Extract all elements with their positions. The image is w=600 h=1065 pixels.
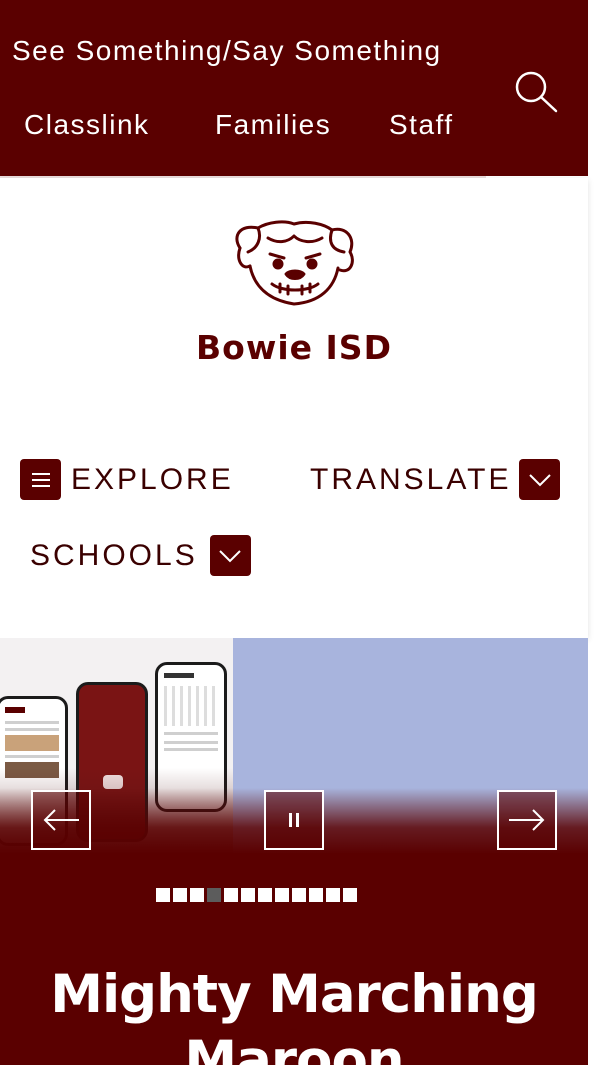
- slide-caption-panel: Mighty Marching Maroon: [0, 854, 588, 1065]
- previous-slide-button[interactable]: [31, 790, 91, 850]
- bulldog-logo-icon: [235, 220, 354, 306]
- chevron-down-icon: [209, 535, 251, 576]
- explore-menu-button[interactable]: EXPLORE: [20, 459, 234, 500]
- next-slide-button[interactable]: [497, 790, 557, 850]
- translate-dropdown[interactable]: TRANSLATE: [310, 459, 561, 500]
- pause-slideshow-button[interactable]: [264, 790, 324, 850]
- site-title[interactable]: Bowie ISD: [0, 328, 588, 367]
- explore-label: EXPLORE: [71, 462, 234, 496]
- search-icon: [515, 71, 558, 113]
- staff-link[interactable]: Staff: [389, 109, 454, 141]
- menu-icon: [20, 459, 61, 500]
- classlink-link[interactable]: Classlink: [24, 109, 150, 141]
- see-something-say-something-link[interactable]: See Something/Say Something: [12, 35, 442, 67]
- pause-icon: [289, 813, 299, 827]
- slide-headline: Mighty Marching Maroon: [0, 962, 588, 1065]
- slide-dot[interactable]: [309, 888, 323, 902]
- slide-dot[interactable]: [156, 888, 170, 902]
- hero-slider: [0, 638, 588, 854]
- slide-dot[interactable]: [275, 888, 289, 902]
- slide-dot[interactable]: [343, 888, 357, 902]
- arrow-left-icon: [43, 809, 79, 831]
- arrow-right-icon: [509, 809, 545, 831]
- schools-dropdown[interactable]: SCHOOLS: [30, 535, 251, 576]
- slide-dot[interactable]: [190, 888, 204, 902]
- slide-dot[interactable]: [207, 888, 221, 902]
- chevron-down-icon: [519, 459, 561, 500]
- top-utility-bar: See Something/Say Something Classlink Fa…: [0, 0, 588, 176]
- slide-dot[interactable]: [241, 888, 255, 902]
- slide-dot[interactable]: [173, 888, 187, 902]
- search-button[interactable]: [510, 68, 562, 116]
- families-link[interactable]: Families: [215, 109, 331, 141]
- slide-dot[interactable]: [224, 888, 238, 902]
- schools-label: SCHOOLS: [30, 538, 198, 572]
- slide-pagination: [156, 888, 357, 902]
- slide-dot[interactable]: [258, 888, 272, 902]
- slide-headline-line-1: Mighty Marching: [50, 964, 539, 1025]
- slide-headline-line-2: Maroon: [184, 1030, 404, 1065]
- slide-dot[interactable]: [326, 888, 340, 902]
- bulldog-mascot-logo[interactable]: [228, 218, 360, 310]
- translate-label: TRANSLATE: [310, 462, 512, 496]
- slide-dot[interactable]: [292, 888, 306, 902]
